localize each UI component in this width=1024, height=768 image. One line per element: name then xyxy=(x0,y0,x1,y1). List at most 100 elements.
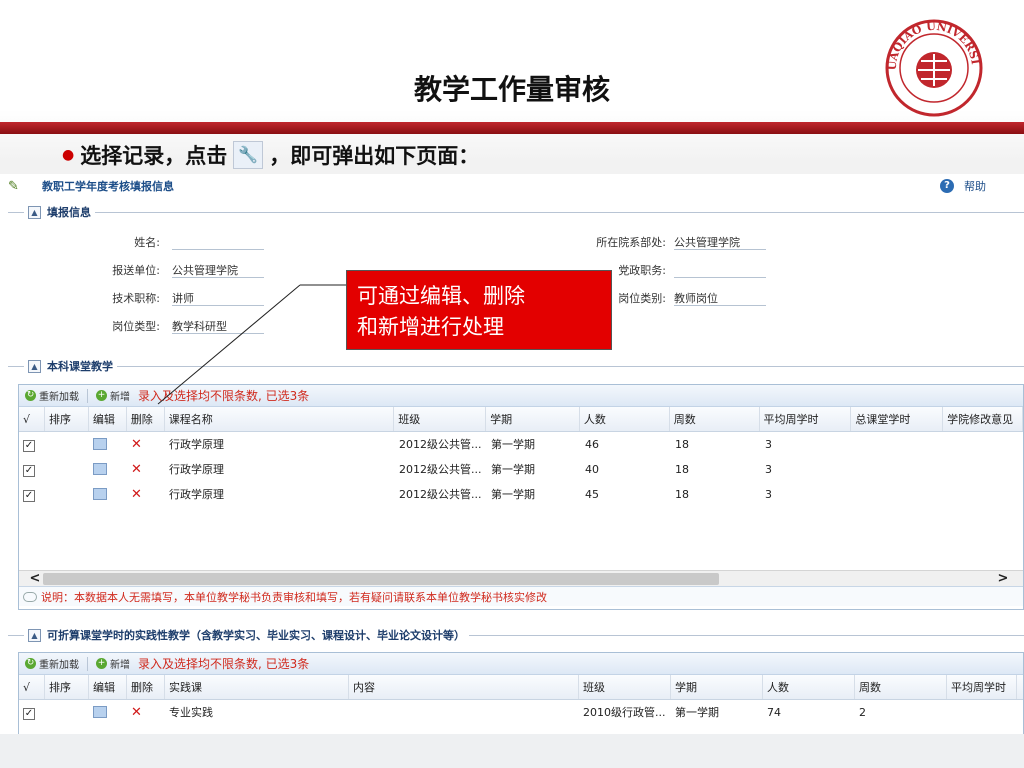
col-avg-hours[interactable]: 平均周学时 xyxy=(947,675,1017,699)
table-row[interactable]: ✓ ✕ 行政学原理 2012级公共管... 第一学期 40 18 3 xyxy=(19,457,1023,482)
toolbar-separator xyxy=(87,656,88,671)
add-label[interactable]: 新增 xyxy=(110,388,130,403)
reload-label[interactable]: 重新加载 xyxy=(39,656,79,671)
col-order[interactable]: 排序 xyxy=(45,407,89,431)
row-term: 第一学期 xyxy=(675,706,719,719)
collapse-icon[interactable]: ▲ xyxy=(28,628,41,642)
wrench-icon: 🔧 xyxy=(233,141,264,169)
undergrad-toolbar: ↻ 重新加载 + 新增 录入及选择均不限条数, 已选3条 xyxy=(19,385,1023,407)
row-count: 46 xyxy=(585,438,599,451)
table-row[interactable]: ✓ ✕ 行政学原理 2012级公共管... 第一学期 46 18 3 xyxy=(19,432,1023,457)
edit-icon[interactable] xyxy=(93,488,107,500)
add-icon[interactable]: + xyxy=(96,390,107,401)
horizontal-scrollbar[interactable]: < > xyxy=(19,570,1023,586)
col-term[interactable]: 学期 xyxy=(671,675,763,699)
row-term: 第一学期 xyxy=(491,488,535,501)
instruction-text-after: ，即可弹出如下页面： xyxy=(269,144,480,168)
row-checkbox[interactable]: ✓ xyxy=(23,490,35,502)
post-type-field[interactable]: 教学科研型 xyxy=(172,318,264,334)
party-post-field[interactable] xyxy=(674,262,766,278)
delete-icon[interactable]: ✕ xyxy=(131,487,142,502)
report-unit-field[interactable]: 公共管理学院 xyxy=(172,262,264,278)
help-icon[interactable]: ? xyxy=(940,179,954,193)
row-avg-hours: 3 xyxy=(765,438,772,451)
undergrad-title: 本科课堂教学 xyxy=(47,360,113,373)
col-class[interactable]: 班级 xyxy=(579,675,671,699)
scrollbar-thumb[interactable] xyxy=(43,573,719,585)
row-weeks: 18 xyxy=(675,488,689,501)
delete-icon[interactable]: ✕ xyxy=(131,462,142,477)
add-label[interactable]: 新增 xyxy=(110,656,130,671)
web-page-screenshot: ✎ 教职工学年度考核填报信息 ? 帮助 ▲ 填报信息 姓名: 所在院系部处: 公… xyxy=(0,174,1024,734)
add-button[interactable]: + 新增 xyxy=(96,388,130,403)
row-order xyxy=(45,432,89,457)
slide-footer-band xyxy=(0,734,1024,768)
collapse-icon[interactable]: ▲ xyxy=(28,359,41,373)
delete-icon[interactable]: ✕ xyxy=(131,437,142,452)
edit-icon[interactable] xyxy=(93,438,107,450)
selection-note: 录入及选择均不限条数, 已选3条 xyxy=(138,389,310,403)
edit-icon[interactable] xyxy=(93,463,107,475)
help-label[interactable]: 帮助 xyxy=(964,178,986,194)
row-class: 2012级公共管... xyxy=(399,463,482,476)
col-course[interactable]: 课程名称 xyxy=(165,407,395,431)
col-class[interactable]: 班级 xyxy=(394,407,487,431)
row-checkbox[interactable]: ✓ xyxy=(23,440,35,452)
row-avg-hours: 3 xyxy=(765,463,772,476)
row-checkbox[interactable]: ✓ xyxy=(23,708,35,720)
fill-info-legend[interactable]: ▲ 填报信息 xyxy=(24,204,95,220)
title-field[interactable]: 讲师 xyxy=(172,290,264,306)
col-count[interactable]: 人数 xyxy=(763,675,855,699)
col-weeks[interactable]: 周数 xyxy=(670,407,760,431)
col-edit: 编辑 xyxy=(89,407,127,431)
col-total-hours[interactable]: 总课堂学时 xyxy=(851,407,944,431)
add-button[interactable]: + 新增 xyxy=(96,656,130,671)
col-check[interactable]: √ xyxy=(19,407,45,431)
name-label: 姓名: xyxy=(134,236,160,249)
col-term[interactable]: 学期 xyxy=(486,407,580,431)
name-field[interactable] xyxy=(172,234,264,250)
scroll-left-icon[interactable]: < xyxy=(27,571,43,587)
edit-icon[interactable] xyxy=(93,706,107,718)
undergrad-legend[interactable]: ▲ 本科课堂教学 xyxy=(24,358,117,374)
reload-icon[interactable]: ↻ xyxy=(25,390,36,401)
bullet-dot: ● xyxy=(62,147,75,163)
row-term: 第一学期 xyxy=(491,438,535,451)
col-count[interactable]: 人数 xyxy=(580,407,670,431)
row-class: 2012级公共管... xyxy=(399,438,482,451)
reload-button[interactable]: ↻ 重新加载 xyxy=(25,656,79,671)
table-row[interactable]: ✓ ✕ 专业实践 2010级行政管... 第一学期 74 2 xyxy=(19,700,1023,725)
col-practice-course[interactable]: 实践课 xyxy=(165,675,349,699)
table-row[interactable]: ✓ ✕ 行政学原理 2012级公共管... 第一学期 45 18 3 xyxy=(19,482,1023,507)
col-opinion[interactable]: 学院修改意见 xyxy=(943,407,1023,431)
department-field[interactable]: 公共管理学院 xyxy=(674,234,766,250)
row-weeks: 18 xyxy=(675,438,689,451)
col-avg-hours[interactable]: 平均周学时 xyxy=(760,407,852,431)
reload-button[interactable]: ↻ 重新加载 xyxy=(25,388,79,403)
collapse-icon[interactable]: ▲ xyxy=(28,205,41,219)
col-content[interactable]: 内容 xyxy=(349,675,579,699)
practice-toolbar: ↻ 重新加载 + 新增 录入及选择均不限条数, 已选3条 xyxy=(19,653,1023,675)
reload-icon[interactable]: ↻ xyxy=(25,658,36,669)
instruction-text-before: 选择记录，点击 xyxy=(80,144,228,168)
row-course: 行政学原理 xyxy=(169,438,224,451)
post-category-field[interactable]: 教师岗位 xyxy=(674,290,766,306)
col-weeks[interactable]: 周数 xyxy=(855,675,947,699)
practice-legend[interactable]: ▲ 可折算课堂学时的实践性教学（含教学实习、毕业实习、课程设计、毕业论文设计等） xyxy=(24,627,469,643)
report-unit-label: 报送单位: xyxy=(112,264,160,277)
col-order[interactable]: 排序 xyxy=(45,675,89,699)
reload-label[interactable]: 重新加载 xyxy=(39,388,79,403)
help-link[interactable]: ? 帮助 xyxy=(940,178,986,194)
breadcrumb: ✎ 教职工学年度考核填报信息 xyxy=(8,178,174,194)
row-course: 行政学原理 xyxy=(169,488,224,501)
row-order xyxy=(45,457,89,482)
scroll-right-icon[interactable]: > xyxy=(995,571,1011,587)
university-logo: HUAQIAO UNIVERSITY xyxy=(880,18,983,117)
delete-icon[interactable]: ✕ xyxy=(131,705,142,720)
row-avg-hours: 3 xyxy=(765,488,772,501)
col-check[interactable]: √ xyxy=(19,675,45,699)
row-weeks: 2 xyxy=(859,706,866,719)
row-checkbox[interactable]: ✓ xyxy=(23,465,35,477)
add-icon[interactable]: + xyxy=(96,658,107,669)
title-label: 技术职称: xyxy=(112,292,160,305)
